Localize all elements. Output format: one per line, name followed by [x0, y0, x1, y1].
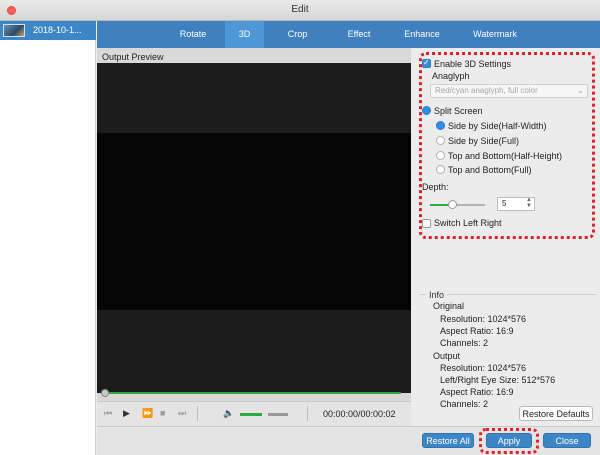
bottom-action-bar: Restore All Apply Close [97, 426, 600, 455]
timecode: 00:00:00/00:00:02 [323, 409, 396, 419]
video-thumbnail [3, 24, 25, 37]
tab-rotate[interactable]: Rotate [169, 21, 217, 48]
window-titlebar: Edit [0, 0, 600, 21]
volume-slider-fill[interactable] [240, 413, 262, 416]
output-preview-panel: Output Preview ⏮ ▶ ⏩ ■ ⏭ 🔈 00:00:00/00:0… [97, 48, 411, 426]
edit-tab-bar: Rotate 3D Crop Effect Enhance Watermark [97, 21, 600, 48]
file-list-item[interactable]: 2018-10-1... [0, 21, 96, 40]
skip-forward-icon[interactable]: ⏭ [178, 408, 186, 418]
highlight-annotation [479, 428, 539, 454]
file-list: 2018-10-1... [0, 21, 96, 455]
tab-enhance[interactable]: Enhance [397, 21, 447, 48]
control-divider [307, 406, 308, 421]
window-title: Edit [291, 4, 309, 15]
output-channels: Channels: 2 [440, 399, 489, 409]
volume-slider-track[interactable] [268, 413, 288, 416]
output-resolution: Resolution: 1024*576 [440, 363, 527, 373]
output-aspect-ratio: Aspect Ratio: 16:9 [440, 387, 514, 397]
highlight-annotation [419, 52, 595, 239]
output-eye-size: Left/Right Eye Size: 512*576 [440, 375, 556, 385]
playback-controls: ⏮ ▶ ⏩ ■ ⏭ 🔈 00:00:00/00:00:02 [97, 401, 411, 426]
tab-effect[interactable]: Effect [333, 21, 385, 48]
tab-crop[interactable]: Crop [275, 21, 320, 48]
progress-handle[interactable] [101, 389, 109, 397]
video-frame [97, 133, 411, 310]
original-aspect-ratio: Aspect Ratio: 16:9 [440, 326, 514, 336]
tab-3d[interactable]: 3D [225, 21, 264, 48]
close-button[interactable]: Close [543, 433, 591, 448]
playback-progress-bar[interactable] [101, 389, 407, 397]
volume-icon[interactable]: 🔈 [223, 408, 234, 419]
preview-video [97, 63, 411, 393]
original-label: Original [433, 301, 465, 311]
play-icon[interactable]: ▶ [123, 408, 130, 418]
original-resolution: Resolution: 1024*576 [440, 314, 527, 324]
output-label: Output [433, 351, 461, 361]
control-divider [197, 406, 198, 421]
3d-settings-panel: Enable 3D Settings Anaglyph Red/cyan ana… [412, 48, 600, 426]
restore-all-button[interactable]: Restore All [422, 433, 474, 448]
skip-back-icon[interactable]: ⏮ [104, 408, 112, 418]
progress-track [101, 392, 401, 394]
file-name: 2018-10-1... [33, 25, 82, 35]
fast-forward-icon[interactable]: ⏩ [142, 408, 153, 418]
tab-watermark[interactable]: Watermark [465, 21, 525, 48]
original-channels: Channels: 2 [440, 338, 489, 348]
restore-defaults-button[interactable]: Restore Defaults [519, 406, 593, 421]
stop-icon[interactable]: ■ [160, 408, 165, 418]
output-preview-label: Output Preview [102, 52, 164, 62]
info-legend: Info [426, 290, 448, 300]
